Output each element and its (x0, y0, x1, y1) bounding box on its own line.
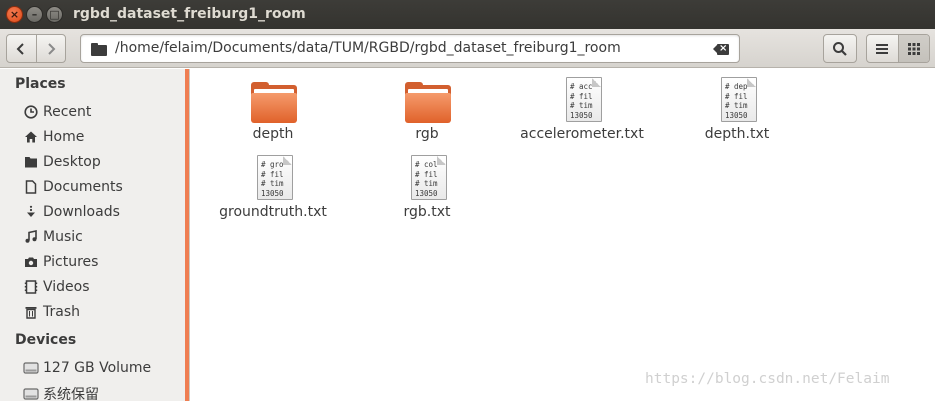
preview-line: # tim (261, 179, 284, 188)
drive-icon (23, 386, 39, 401)
list-view-button[interactable] (867, 35, 898, 62)
sidebar-item-downloads[interactable]: Downloads (23, 201, 181, 223)
preview-line: # col (415, 160, 438, 169)
grid-view-button[interactable] (897, 35, 929, 62)
file-manager-window: × – □ rgbd_dataset_freiburg1_room /home/… (0, 0, 935, 401)
preview-line: # tim (570, 101, 593, 110)
grid-view-icon (907, 42, 920, 55)
sidebar: Places Recent Home Desktop Documents Dow… (0, 69, 185, 401)
sidebar-item-label: Music (43, 229, 83, 245)
file-view: depth rgb # acc # fil # tim 13050 accele… (190, 69, 935, 401)
sidebar-item-label: Home (43, 129, 85, 145)
home-icon (23, 129, 39, 145)
search-button[interactable] (823, 34, 857, 63)
music-icon (23, 229, 39, 245)
forward-button[interactable] (35, 35, 66, 62)
preview-line: # tim (415, 179, 438, 188)
sidebar-item-music[interactable]: Music (23, 226, 181, 248)
documents-icon (23, 179, 39, 195)
file-name: depth (252, 126, 294, 142)
search-icon (833, 41, 847, 56)
window-title: rgbd_dataset_freiburg1_room (73, 6, 306, 22)
text-file-icon: # dep # fil # tim 13050 (721, 77, 757, 122)
text-file-icon: # acc # fil # tim 13050 (566, 77, 602, 122)
close-window-button[interactable]: × (6, 6, 23, 23)
list-view-icon (876, 43, 889, 54)
maximize-window-button[interactable]: □ (46, 6, 63, 23)
preview-line: 13050 (415, 188, 438, 198)
sidebar-item-documents[interactable]: Documents (23, 176, 181, 198)
preview-line: # fil (261, 169, 284, 179)
sidebar-item-pictures[interactable]: Pictures (23, 251, 181, 273)
sidebar-item-label: Downloads (43, 204, 120, 220)
sidebar-item-recent[interactable]: Recent (23, 101, 181, 123)
preview-line: 13050 (570, 110, 593, 120)
clear-location-icon[interactable]: × (713, 43, 729, 55)
preview-line: # gro (261, 160, 284, 169)
sidebar-item-system-reserved[interactable]: 系统保留 (23, 383, 181, 401)
file-name: depth.txt (704, 126, 770, 142)
sidebar-item-label: Videos (43, 279, 90, 295)
preview-line: # acc (570, 82, 593, 91)
recent-icon (23, 104, 39, 120)
desktop-icon (23, 154, 39, 170)
devices-header: Devices (15, 332, 77, 348)
preview-line: # dep (725, 82, 748, 91)
sidebar-item-label: Documents (43, 179, 123, 195)
history-navigation (6, 34, 66, 63)
sidebar-item-label: Desktop (43, 154, 101, 170)
location-entry[interactable]: /home/felaim/Documents/data/TUM/RGBD/rgb… (80, 34, 740, 63)
preview-line: # fil (725, 91, 748, 101)
file-name: rgb.txt (403, 204, 451, 220)
videos-icon (23, 279, 39, 295)
back-button[interactable] (7, 35, 36, 62)
places-header: Places (15, 76, 66, 92)
toolbar: /home/felaim/Documents/data/TUM/RGBD/rgb… (0, 29, 935, 68)
sidebar-item-desktop[interactable]: Desktop (23, 151, 181, 173)
preview-line: # tim (725, 101, 748, 110)
location-path[interactable]: /home/felaim/Documents/data/TUM/RGBD/rgb… (115, 40, 621, 56)
trash-icon (23, 304, 39, 320)
preview-line: 13050 (261, 188, 284, 198)
file-name: groundtruth.txt (219, 204, 327, 220)
text-file-icon: # gro # fil # tim 13050 (257, 155, 293, 200)
drive-icon (23, 360, 39, 376)
preview-line: 13050 (725, 110, 748, 120)
file-name: accelerometer.txt (520, 126, 644, 142)
sidebar-item-label: 系统保留 (43, 387, 99, 401)
chevron-right-icon (48, 42, 56, 55)
text-file-icon: # col # fil # tim 13050 (411, 155, 447, 200)
downloads-icon (23, 204, 39, 220)
file-name: rgb (415, 126, 439, 142)
sidebar-item-label: Recent (43, 104, 92, 120)
watermark-text: https://blog.csdn.net/Felaim (645, 371, 890, 387)
title-bar: × – □ rgbd_dataset_freiburg1_room (0, 0, 935, 29)
sidebar-item-label: 127 GB Volume (43, 360, 152, 376)
folder-icon (91, 43, 107, 56)
folder-icon (251, 82, 297, 123)
minimize-window-button[interactable]: – (26, 6, 43, 23)
sidebar-item-label: Pictures (43, 254, 99, 270)
sidebar-item-home[interactable]: Home (23, 126, 181, 148)
sidebar-item-127gb-volume[interactable]: 127 GB Volume (23, 357, 181, 379)
chevron-left-icon (16, 42, 24, 55)
preview-line: # fil (570, 91, 593, 101)
folder-icon (405, 82, 451, 123)
sidebar-item-trash[interactable]: Trash (23, 301, 181, 323)
pictures-icon (23, 254, 39, 270)
sidebar-item-label: Trash (43, 304, 80, 320)
view-switcher (866, 34, 930, 63)
preview-line: # fil (415, 169, 438, 179)
sidebar-item-videos[interactable]: Videos (23, 276, 181, 298)
